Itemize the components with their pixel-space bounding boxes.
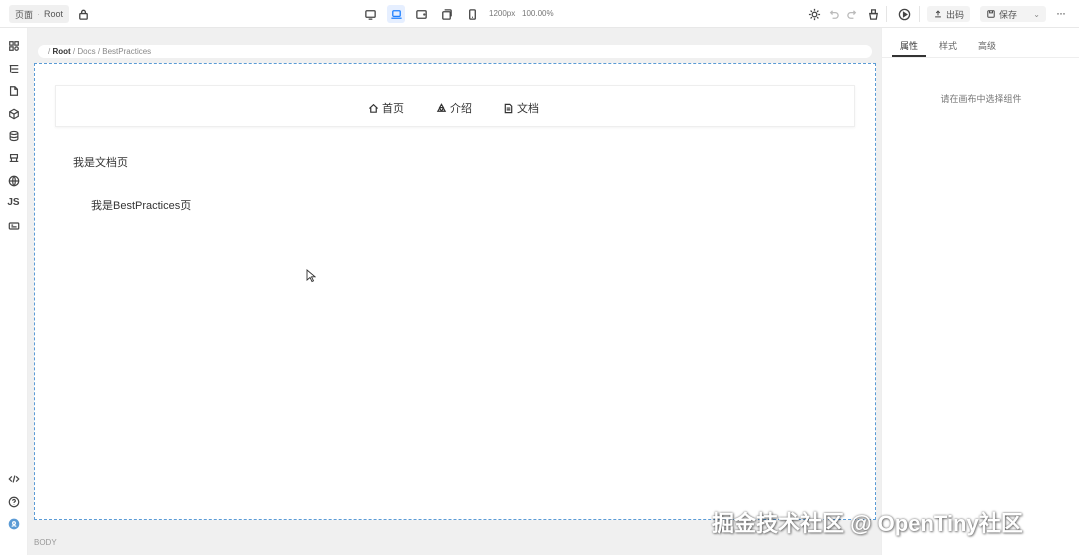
laptop-icon[interactable] — [387, 5, 405, 23]
canvas-page[interactable]: 首页 介绍 文档 我是文档页 我是BestPractices页 — [34, 63, 876, 520]
chevron-down-icon[interactable]: ⌄ — [1033, 10, 1040, 19]
mouse-cursor-icon — [306, 269, 316, 283]
nav-item-label: 首页 — [382, 103, 404, 115]
clean-icon[interactable] — [864, 5, 882, 23]
tab-advanced[interactable]: 高级 — [978, 39, 996, 52]
phone-icon[interactable] — [463, 5, 481, 23]
save-button[interactable]: 保存 ⌄ — [980, 6, 1046, 22]
desktop-icon[interactable] — [361, 5, 379, 23]
page-nav-menu[interactable]: 首页 介绍 文档 — [55, 85, 855, 127]
divider — [919, 6, 920, 22]
sun-icon[interactable] — [805, 5, 823, 23]
breadcrumb-sep: / — [48, 47, 51, 56]
left-rail: JS — [0, 28, 28, 555]
page-tag-label: 页面 — [15, 9, 34, 20]
js-icon[interactable]: JS — [6, 195, 21, 210]
docs-page-text[interactable]: 我是文档页 — [73, 154, 128, 170]
lock-icon[interactable] — [74, 5, 92, 23]
zoom-readout: 100.00% — [522, 9, 554, 18]
bridge-icon[interactable] — [6, 150, 21, 165]
undo-icon[interactable] — [824, 5, 842, 23]
tab-styles[interactable]: 样式 — [939, 39, 957, 52]
divider — [886, 6, 887, 22]
tab-divider — [882, 57, 1079, 58]
block-cube-icon[interactable] — [6, 106, 21, 121]
watermark-text: 掘金技术社区 @ OpenTiny社区 — [712, 511, 1023, 536]
document-icon — [504, 103, 513, 113]
more-icon[interactable]: ··· — [1056, 6, 1066, 20]
nav-item-label: 介绍 — [450, 103, 472, 115]
globe-icon[interactable] — [6, 173, 21, 188]
help-icon[interactable] — [6, 494, 21, 509]
tab-properties[interactable]: 属性 — [900, 39, 918, 52]
save-icon — [987, 10, 995, 18]
nav-item-label: 文档 — [517, 103, 539, 115]
i18n-icon[interactable] — [6, 218, 21, 233]
tag-separator: · — [37, 9, 41, 19]
redo-icon[interactable] — [843, 5, 861, 23]
breadcrumb: / Root / Docs / BestPractices — [38, 45, 872, 58]
tablet-rotate-icon[interactable] — [437, 5, 455, 23]
components-icon[interactable] — [6, 38, 21, 53]
tablet-icon[interactable] — [412, 5, 430, 23]
breadcrumb-root[interactable]: Root — [52, 47, 70, 56]
database-icon[interactable] — [6, 128, 21, 143]
nav-item-docs[interactable]: 文档 — [503, 100, 539, 116]
nav-item-intro[interactable]: 介绍 — [436, 100, 472, 116]
save-label: 保存 — [999, 9, 1018, 20]
publish-button[interactable]: 出码 — [927, 6, 971, 22]
home-icon — [368, 103, 379, 113]
nav-item-home[interactable]: 首页 — [368, 100, 404, 116]
file-icon[interactable] — [6, 83, 21, 98]
recycle-icon — [436, 102, 447, 112]
outline-tree-icon[interactable] — [6, 61, 21, 76]
right-settings-panel: 属性 样式 高级 请在画布中选择组件 — [881, 28, 1079, 555]
width-readout: 1200px — [489, 9, 516, 18]
publish-label: 出码 — [946, 9, 965, 20]
page-tag[interactable]: 页面 · Root — [9, 5, 70, 23]
upload-icon — [935, 10, 941, 18]
breadcrumb-path[interactable]: / Docs / BestPractices — [73, 47, 151, 56]
status-body-label[interactable]: BODY — [34, 538, 57, 547]
code-icon[interactable] — [6, 471, 21, 486]
canvas-area: / Root / Docs / BestPractices 首页 介绍 文档 我… — [28, 28, 881, 555]
root-tag-label: Root — [44, 9, 64, 19]
user-avatar-icon[interactable] — [6, 516, 21, 531]
top-toolbar: 页面 · Root 1200px 100.00% 出码 保存 ⌄ ··· — [0, 0, 1079, 28]
preview-play-icon[interactable] — [895, 5, 913, 23]
empty-selection-hint: 请在画布中选择组件 — [940, 94, 1022, 104]
bestpractices-page-text[interactable]: 我是BestPractices页 — [91, 197, 191, 213]
active-tab-indicator — [892, 55, 926, 57]
